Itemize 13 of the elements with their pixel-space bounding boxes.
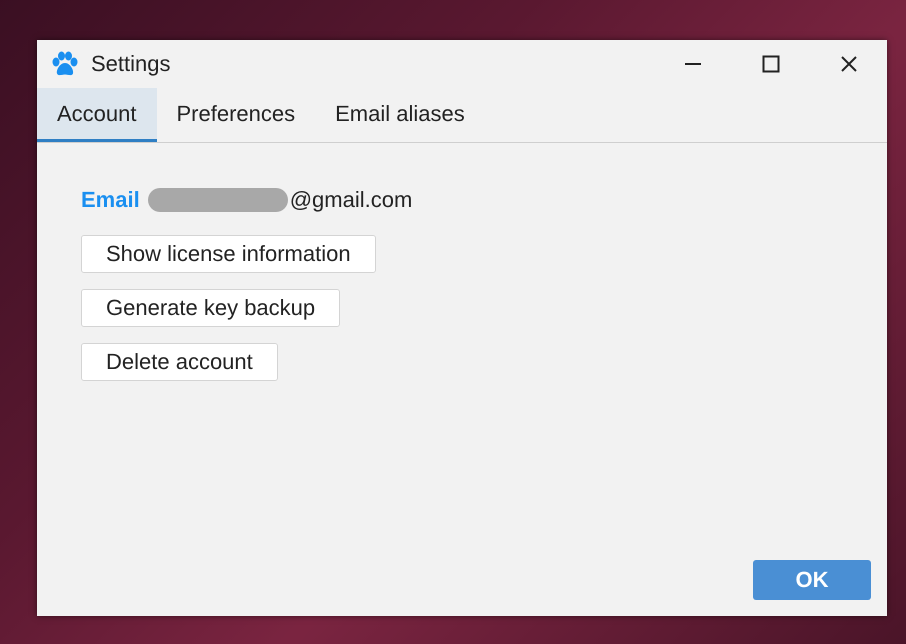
tab[interactable]: Account: [37, 88, 156, 142]
close-icon: [840, 55, 858, 73]
window-title: Settings: [91, 51, 172, 77]
maximize-icon: [762, 55, 780, 73]
email-label: Email: [81, 187, 140, 213]
tab[interactable]: Preferences: [156, 88, 316, 142]
action-button[interactable]: Generate key backup: [81, 289, 340, 327]
paw-icon: [51, 51, 79, 77]
tab[interactable]: Email aliases: [315, 88, 485, 142]
action-button[interactable]: Delete account: [81, 343, 278, 381]
minimize-icon: [684, 63, 702, 65]
email-value: @gmail.com: [290, 187, 412, 213]
action-button[interactable]: Show license information: [81, 235, 376, 273]
